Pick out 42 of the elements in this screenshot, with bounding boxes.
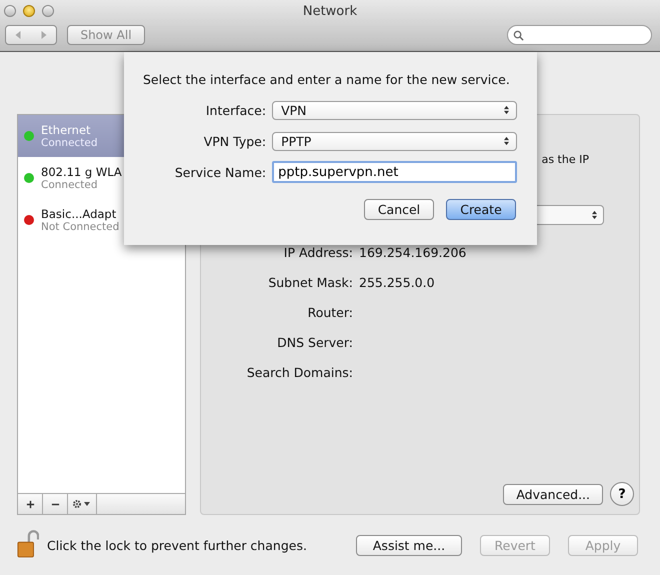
field-label: Service Name: bbox=[174, 164, 266, 180]
service-name-field[interactable]: pptp.supervpn.net bbox=[272, 161, 517, 183]
zoom-light[interactable] bbox=[42, 5, 54, 17]
service-status: Connected bbox=[41, 179, 99, 191]
service-name: Basic...Adapt bbox=[41, 207, 118, 221]
updown-arrows-icon bbox=[503, 136, 510, 146]
service-name: 802.11 g WLA bbox=[41, 165, 122, 179]
field-label: DNS Server: bbox=[276, 334, 353, 350]
field-label: Router: bbox=[306, 304, 353, 320]
search-field[interactable] bbox=[507, 25, 652, 45]
updown-arrows-icon bbox=[591, 210, 598, 220]
minimize-light[interactable] bbox=[23, 5, 35, 17]
vpn-type-popup[interactable]: PPTP bbox=[272, 132, 517, 150]
sheet-button[interactable]: Create bbox=[446, 199, 516, 220]
close-light[interactable] bbox=[4, 5, 16, 17]
lock-message: Click the lock to prevent further changes. bbox=[47, 538, 307, 552]
service-status: Not Connected bbox=[41, 221, 120, 233]
updown-arrows-icon bbox=[503, 105, 510, 115]
status-description: as the IP bbox=[542, 153, 589, 168]
open-lock-icon[interactable] bbox=[17, 530, 39, 560]
gear-icon bbox=[72, 499, 92, 509]
field-label: Subnet Mask: bbox=[267, 274, 353, 290]
interface-popup[interactable]: VPN bbox=[272, 100, 517, 120]
footer-button[interactable]: Assist me... bbox=[356, 534, 462, 556]
help-button[interactable]: ? bbox=[610, 482, 634, 506]
plus-icon bbox=[26, 500, 34, 508]
sheet-prompt: Select the interface and enter a name for the new service. bbox=[143, 72, 511, 87]
configure-popup[interactable] bbox=[536, 205, 604, 225]
field-label: Interface: bbox=[204, 102, 266, 118]
field-label: IP Address: bbox=[282, 244, 353, 260]
sheet-button[interactable]: Cancel bbox=[364, 199, 434, 220]
field-value: 255.255.0.0 bbox=[359, 274, 435, 290]
service-item[interactable]: Basic...Adapt Not Connected bbox=[18, 199, 185, 241]
window-title: Network bbox=[302, 4, 358, 18]
service-status: Connected bbox=[41, 137, 98, 149]
field-label: Search Domains: bbox=[246, 364, 353, 380]
field-value: 169.254.169.206 bbox=[359, 244, 466, 260]
service-name: Ethernet bbox=[41, 123, 92, 137]
search-icon bbox=[513, 30, 524, 40]
field-label: VPN Type: bbox=[202, 134, 266, 148]
advanced-button[interactable]: Advanced... bbox=[503, 484, 603, 504]
back-forward-control[interactable] bbox=[5, 25, 57, 45]
